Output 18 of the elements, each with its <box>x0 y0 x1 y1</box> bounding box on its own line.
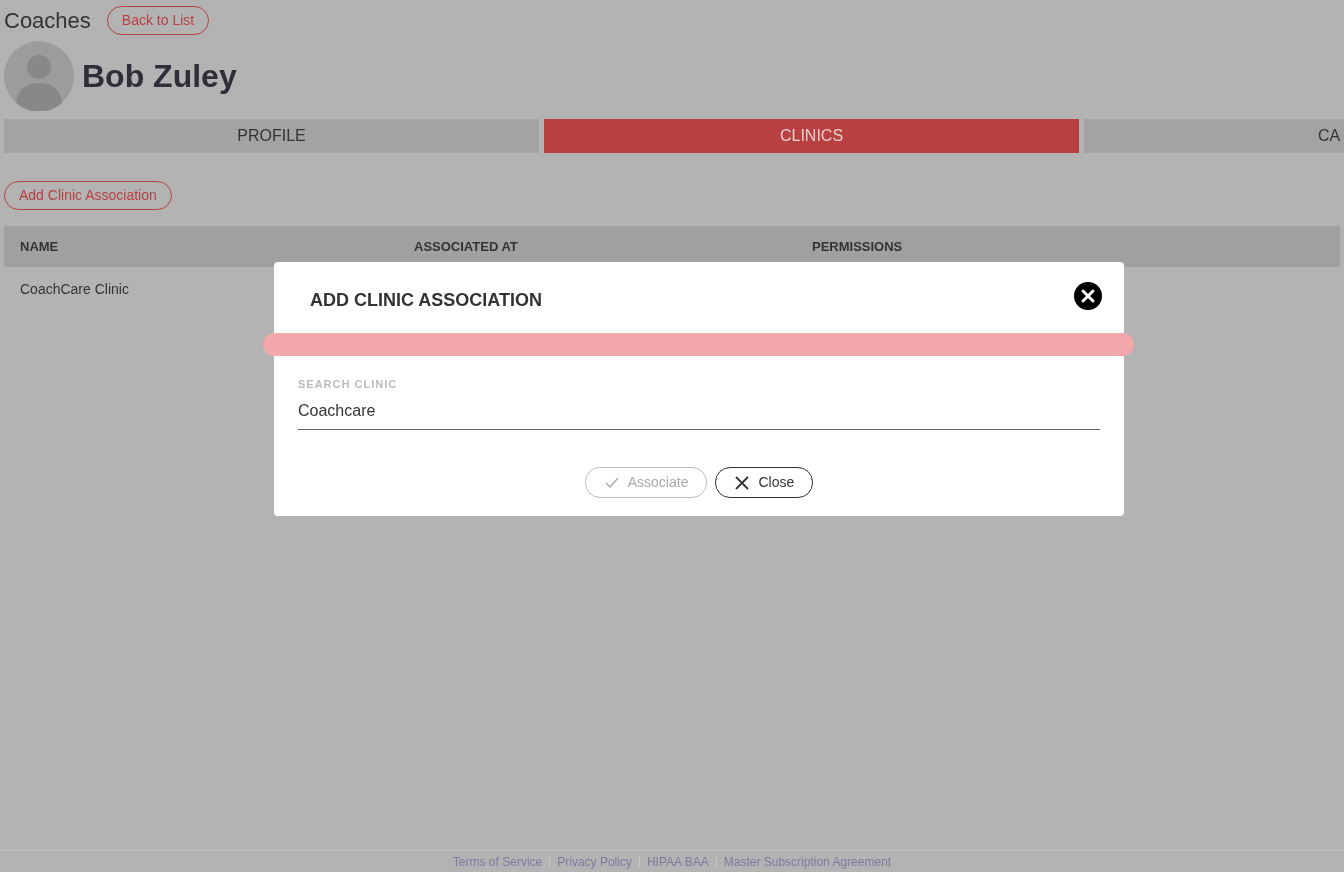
x-icon <box>734 474 751 491</box>
page-title: Coaches <box>4 7 91 35</box>
tab[interactable]: CA <box>1084 119 1344 153</box>
column-header: PERMISSIONS <box>812 238 903 254</box>
field-label: SEARCH CLINIC <box>298 377 399 392</box>
close-icon[interactable] <box>1073 281 1103 311</box>
tab[interactable]: CLINICS <box>544 119 1079 153</box>
table-cell: CoachCare Clinic <box>20 281 129 297</box>
close-button[interactable]: Close <box>715 467 814 498</box>
column-header: NAME <box>20 238 59 254</box>
footer-link[interactable]: Privacy Policy <box>550 852 639 871</box>
tab[interactable]: PROFILE <box>4 119 539 153</box>
modal-title: ADD CLINIC ASSOCIATION <box>310 289 542 312</box>
profile-name: Bob Zuley <box>82 57 237 96</box>
avatar-icon <box>4 41 74 111</box>
footer-link[interactable]: HIPAA BAA <box>639 852 716 871</box>
footer-link[interactable]: Master Subscription Agreement <box>716 852 899 871</box>
column-header: ASSOCIATED AT <box>414 238 518 254</box>
